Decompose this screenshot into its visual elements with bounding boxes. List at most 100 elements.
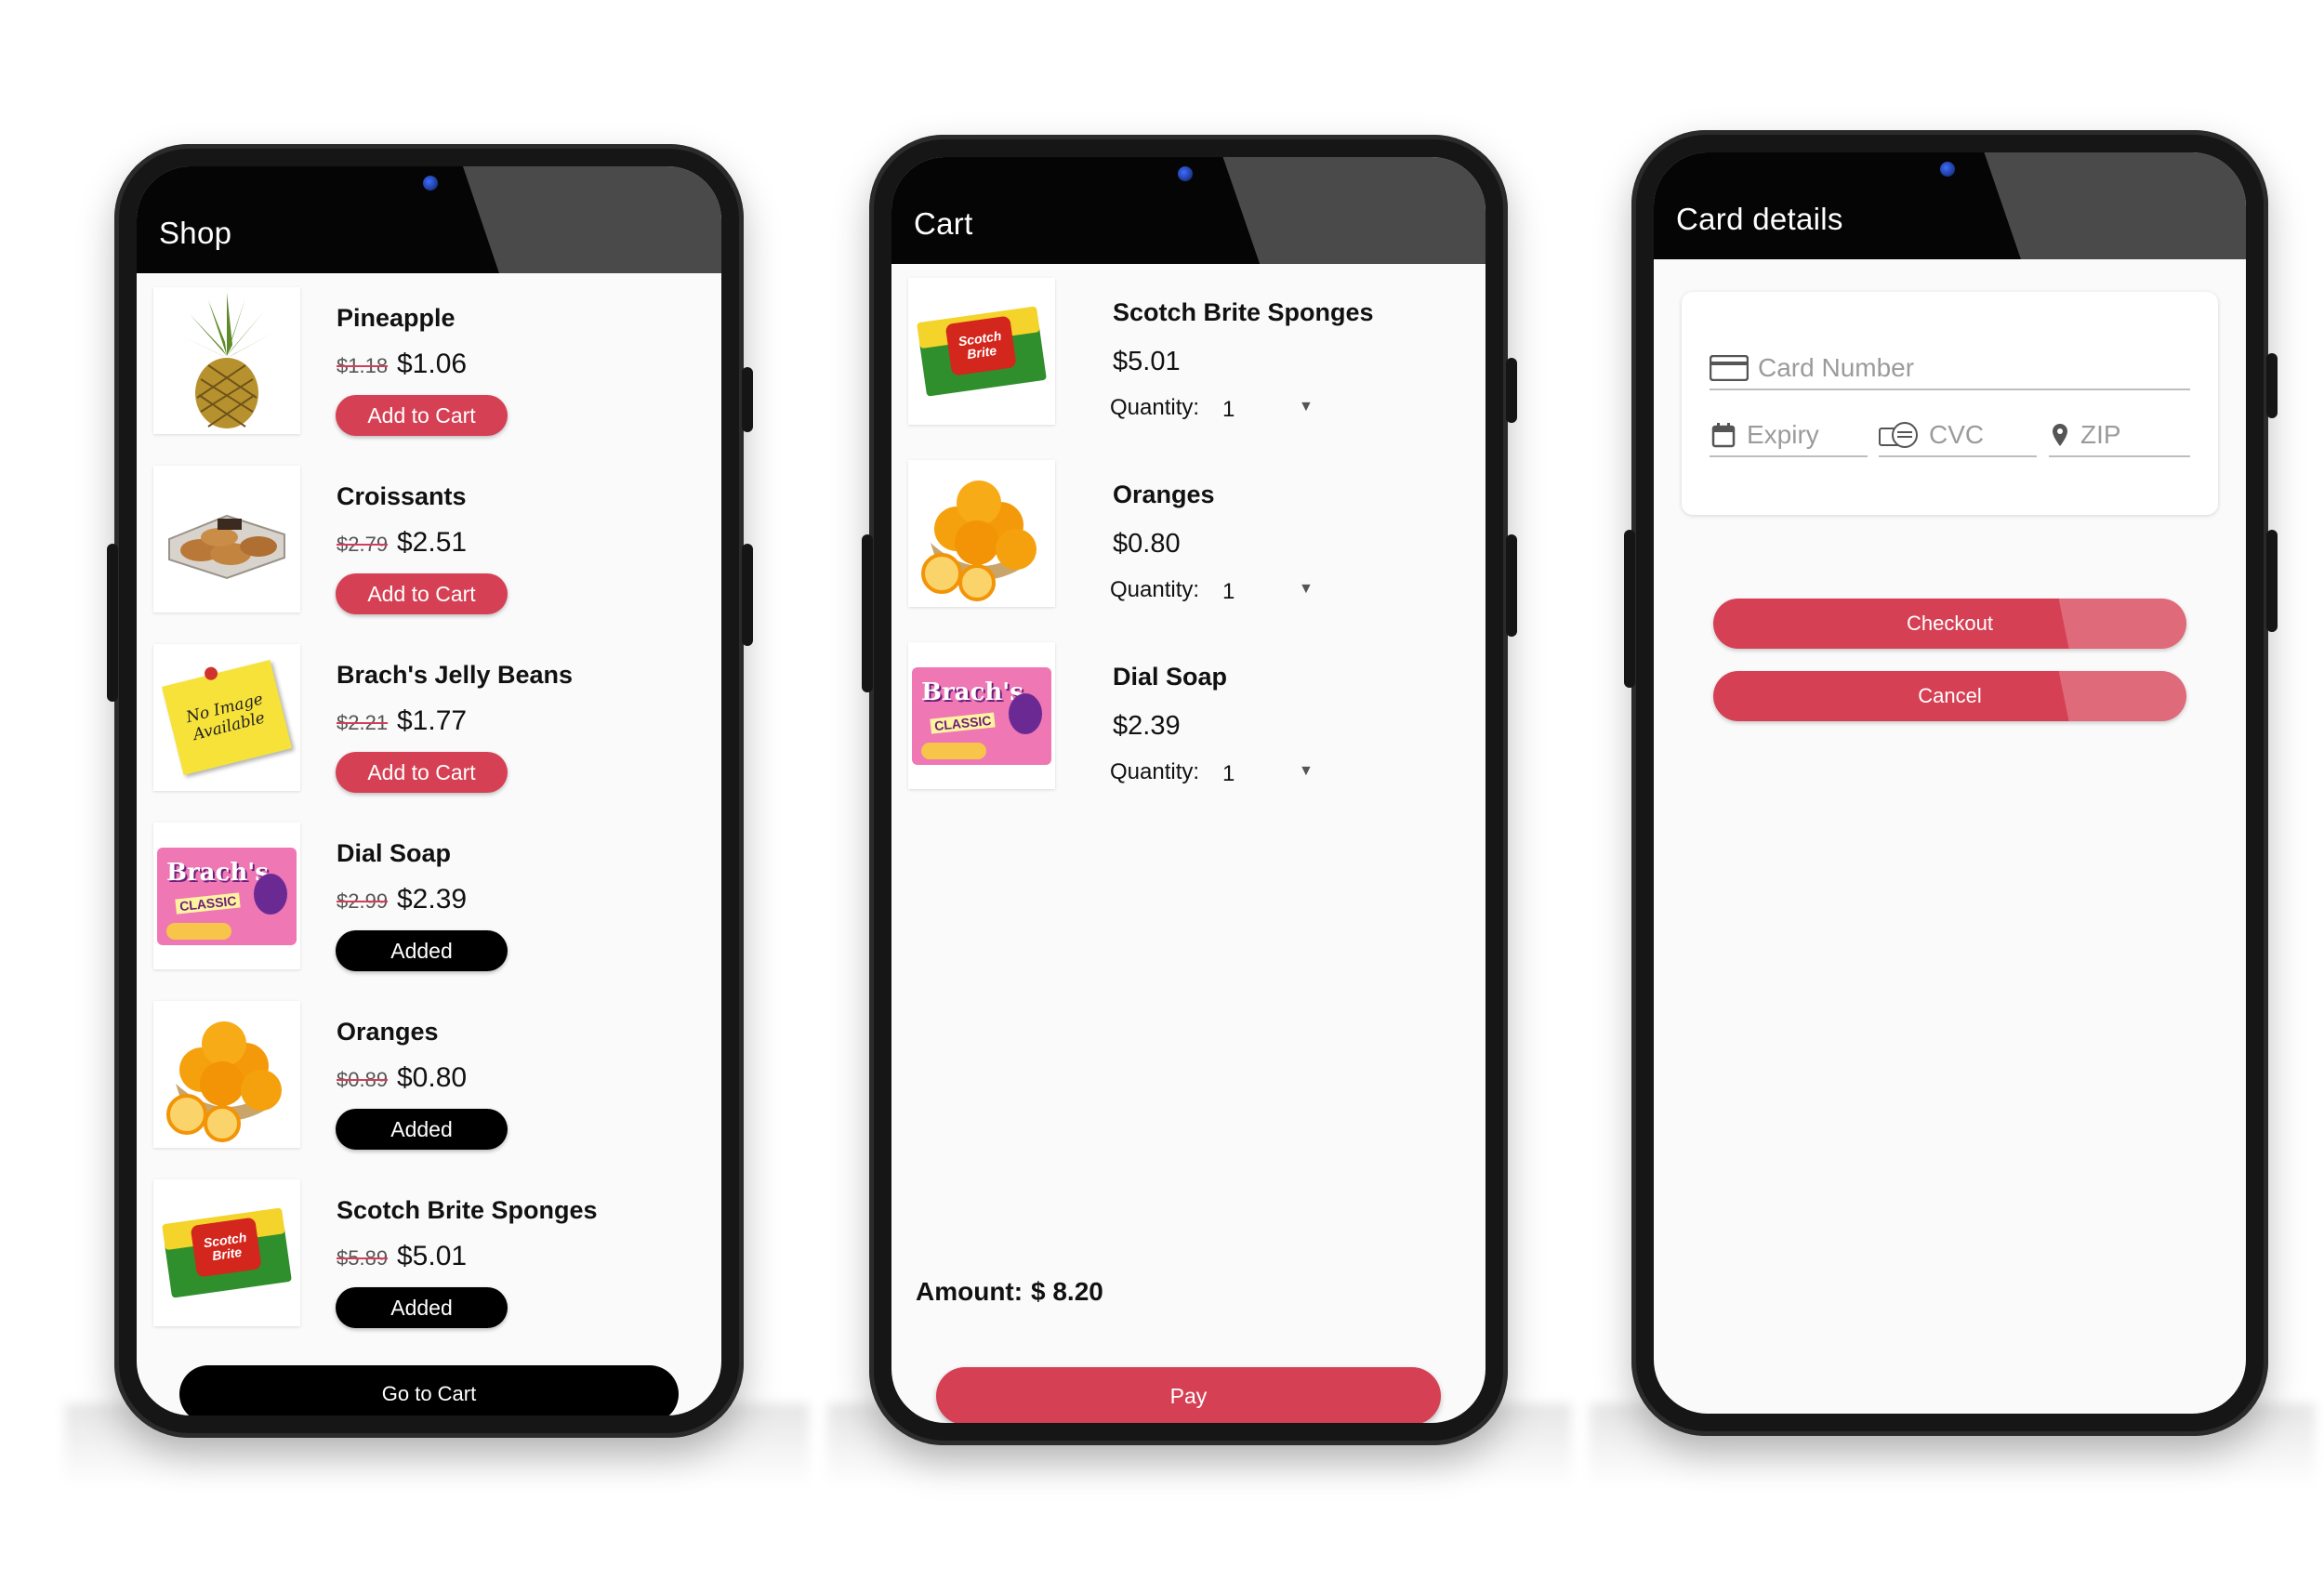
quantity-label: Quantity: — [1110, 395, 1200, 420]
phone-cart: Cart Scotch Brite Scotch Brite Sponges $… — [862, 135, 1517, 1445]
sponges-image: Scotch Brite — [908, 278, 1055, 425]
checkout-button[interactable]: Checkout — [1713, 599, 2186, 649]
quantity-select[interactable]: 1 — [1222, 397, 1235, 423]
add-to-cart-button[interactable]: Add to Cart — [336, 752, 508, 793]
cancel-button[interactable]: Cancel — [1713, 671, 2186, 721]
volume-button — [2266, 530, 2278, 632]
brand-subtext: CLASSIC — [930, 711, 997, 734]
brand-text: Brite — [211, 1244, 244, 1264]
page-title: Shop — [159, 216, 232, 250]
sale-price: $5.01 — [397, 1241, 468, 1271]
sale-price: $0.80 — [397, 1062, 468, 1093]
quantity-select[interactable]: 1 — [1222, 761, 1235, 787]
cvc-placeholder: CVC — [1929, 420, 1985, 449]
cart-item-price: $0.80 — [1113, 529, 1181, 559]
power-button — [2266, 353, 2278, 418]
location-pin-icon — [2049, 421, 2071, 449]
sale-price: $2.51 — [397, 527, 468, 558]
added-button[interactable]: Added — [336, 1109, 508, 1150]
side-button-left — [862, 534, 873, 692]
cart-row: Brach's CLASSIC Dial Soap $2.39 Quantity… — [908, 642, 1469, 824]
product-row: Brach's CLASSIC Dial Soap $2.99 $2.39 Ad… — [153, 823, 705, 1001]
card-number-placeholder: Card Number — [1758, 353, 1915, 382]
original-price: $5.89 — [337, 1246, 389, 1270]
product-name: Scotch Brite Sponges — [337, 1196, 598, 1224]
sale-price: $2.39 — [397, 884, 468, 915]
volume-button — [1506, 534, 1517, 637]
chevron-down-icon[interactable]: ▼ — [1299, 763, 1314, 780]
front-camera — [423, 176, 438, 191]
add-to-cart-button[interactable]: Add to Cart — [336, 395, 508, 436]
chevron-down-icon[interactable]: ▼ — [1299, 581, 1314, 598]
chevron-down-icon[interactable]: ▼ — [1299, 399, 1314, 415]
card-form: Card Number Expiry CVC ZIP — [1682, 292, 2218, 515]
original-price: $2.99 — [337, 889, 389, 913]
brand-text: Brite — [966, 342, 998, 362]
volume-button — [742, 544, 753, 646]
brand-text: Brach's — [921, 678, 1023, 706]
cart-item-name: Dial Soap — [1113, 663, 1228, 691]
product-name: Dial Soap — [337, 839, 452, 867]
added-button[interactable]: Added — [336, 1287, 508, 1328]
product-name: Oranges — [337, 1018, 439, 1046]
side-button-left — [107, 544, 118, 702]
calendar-icon — [1710, 421, 1737, 449]
cancel-label: Cancel — [1918, 684, 1982, 707]
phone-shop: Shop Pineapple $1.18 $1.06 Add to Cart C… — [107, 144, 753, 1438]
original-price: $2.79 — [337, 533, 389, 556]
oranges-image — [153, 1001, 300, 1148]
product-row: Scotch Brite Scotch Brite Sponges $5.89 … — [153, 1179, 705, 1358]
credit-card-icon — [1710, 354, 1749, 382]
cart-item-name: Scotch Brite Sponges — [1113, 298, 1374, 326]
add-to-cart-button[interactable]: Add to Cart — [336, 573, 508, 614]
oranges-image — [908, 460, 1055, 607]
product-name: Croissants — [337, 482, 467, 510]
cvc-field[interactable]: CVC — [1879, 415, 2037, 457]
expiry-field[interactable]: Expiry — [1710, 415, 1868, 457]
original-price: $1.18 — [337, 354, 389, 377]
pay-button[interactable]: Pay — [936, 1367, 1441, 1423]
cvc-card-icon — [1879, 421, 1920, 449]
sale-price: $1.77 — [397, 705, 468, 736]
product-row: Oranges $0.89 $0.80 Added — [153, 1001, 705, 1179]
page-title: Card details — [1676, 202, 1843, 236]
original-price: $2.21 — [337, 711, 389, 734]
croissants-image — [153, 466, 300, 612]
front-camera — [1178, 166, 1193, 181]
original-price: $0.89 — [337, 1068, 389, 1091]
card-details-screen: Card details Card Number Expiry CVC ZIP … — [1654, 152, 2246, 1414]
go-to-cart-button[interactable]: Go to Cart — [179, 1365, 679, 1415]
amount-value: $ 8.20 — [1031, 1277, 1103, 1306]
added-button[interactable]: Added — [336, 930, 508, 971]
quantity-select[interactable]: 1 — [1222, 579, 1235, 605]
side-button-left — [1624, 530, 1635, 688]
no-image-note: No Image Available — [153, 644, 300, 791]
brand-text: Brach's — [166, 858, 269, 887]
cart-screen: Cart Scotch Brite Scotch Brite Sponges $… — [891, 157, 1486, 1423]
brachs-bag-image: Brach's CLASSIC — [153, 823, 300, 969]
phone-card-details: Card details Card Number Expiry CVC ZIP … — [1624, 130, 2278, 1436]
product-row: Pineapple $1.18 $1.06 Add to Cart — [153, 287, 705, 466]
page-title: Cart — [914, 206, 973, 241]
amount-label: Amount: — [916, 1277, 1023, 1306]
brachs-bag-image: Brach's CLASSIC — [908, 642, 1055, 789]
sale-price: $1.06 — [397, 349, 468, 379]
cart-item-price: $5.01 — [1113, 347, 1181, 376]
zip-field[interactable]: ZIP — [2049, 415, 2190, 457]
product-name: Brach's Jelly Beans — [337, 661, 574, 689]
sponges-image: Scotch Brite — [153, 1179, 300, 1326]
quantity-label: Quantity: — [1110, 577, 1200, 602]
quantity-label: Quantity: — [1110, 759, 1200, 784]
front-camera — [1940, 162, 1955, 177]
shop-screen: Shop Pineapple $1.18 $1.06 Add to Cart C… — [137, 166, 721, 1415]
cart-item-price: $2.39 — [1113, 711, 1181, 741]
zip-placeholder: ZIP — [2080, 420, 2121, 449]
expiry-placeholder: Expiry — [1747, 420, 1819, 449]
power-button — [742, 367, 753, 432]
card-number-field[interactable]: Card Number — [1710, 348, 2190, 390]
power-button — [1506, 358, 1517, 423]
brand-subtext: CLASSIC — [175, 891, 242, 915]
checkout-label: Checkout — [1907, 612, 1993, 635]
product-name: Pineapple — [337, 304, 456, 332]
product-row: No Image Available Brach's Jelly Beans $… — [153, 644, 705, 823]
